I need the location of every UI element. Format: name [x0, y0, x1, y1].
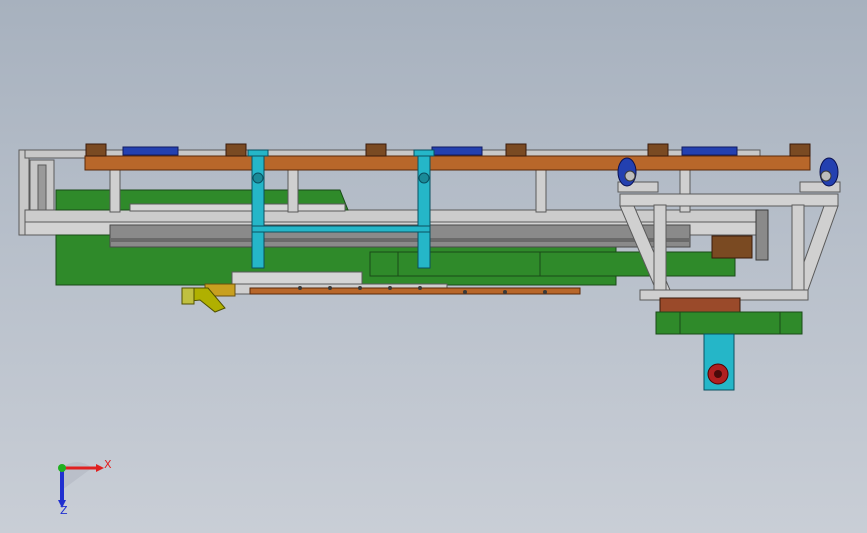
motor-bracket [655, 311, 803, 335]
drive-motor [703, 333, 735, 391]
coordinate-triad-icon[interactable] [58, 462, 104, 508]
cad-viewport[interactable]: X Z [0, 0, 867, 533]
axis-x-label: X [104, 458, 112, 471]
conveyor-assembly-drawing[interactable]: X Z [0, 0, 867, 533]
top-orange-beam [84, 155, 811, 171]
axis-z-label: Z [60, 504, 68, 517]
